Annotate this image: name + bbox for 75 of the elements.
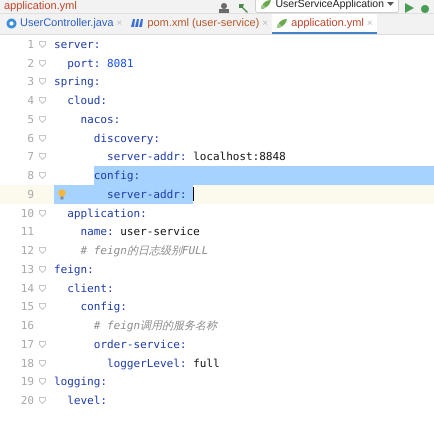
fold-marker-icon[interactable] [39,378,46,386]
yaml-key: config: [54,298,127,316]
fold-marker-icon[interactable] [39,266,46,273]
line-number: 3 [26,75,34,88]
fold-marker-icon[interactable] [39,340,46,348]
yaml-key: nacos: [54,110,120,129]
yaml-key: cloud: [54,91,107,110]
bug-icon[interactable] [420,3,430,13]
fold-marker-icon[interactable] [39,78,46,86]
yaml-key: server-addr: [54,185,194,204]
yaml-value: localhost:8848 [192,149,286,166]
yaml-key: server: [54,35,100,54]
line-number: 19 [20,375,34,388]
fold-marker-icon[interactable] [39,40,46,48]
yaml-key: server-addr: [54,148,186,166]
fold-marker-icon[interactable] [39,172,46,180]
fold-marker-icon[interactable] [39,303,46,310]
yaml-key: name: [54,222,114,242]
yaml-key: spring: [54,72,100,92]
editor-tab[interactable]: application.yml × [272,14,377,34]
line-number: 8 [26,169,34,182]
file-title: application.yml [4,0,78,13]
yaml-key: loggerLevel: [54,354,186,372]
editor-tab[interactable]: pom.xml (user-service) × [126,14,272,34]
yaml-key: level: [54,391,107,410]
line-number: 14 [20,282,34,295]
yaml-key: application: [54,204,147,222]
fold-marker-icon[interactable] [39,153,46,160]
class-icon [6,18,17,28]
yaml-key: logging: [54,372,107,392]
line-number: 11 [20,225,34,238]
line-number: 9 [26,188,34,201]
code-comment: # feign调用的服务名称 [92,318,218,334]
caret-icon [387,2,394,6]
line-number: 18 [20,356,34,370]
line-number: 15 [20,300,34,314]
line-number: 16 [20,319,34,332]
line-number: 20 [20,394,34,408]
yaml-value: full [192,356,220,372]
yaml-key: order-service: [54,335,186,354]
fold-marker-icon[interactable] [39,284,46,292]
fold-marker-icon[interactable] [39,134,46,142]
line-number: 5 [26,112,34,126]
fold-marker-icon[interactable] [39,247,46,254]
line-number: 13 [20,262,34,276]
hammer-icon[interactable] [237,3,250,13]
lightbulb-icon[interactable] [58,188,66,200]
line-number: 4 [26,94,34,108]
line-number: 12 [20,244,34,258]
yaml-value: user-service [119,224,200,240]
fold-marker-icon[interactable] [39,210,46,217]
yaml-value: 8081 [106,56,134,72]
fold-marker-icon[interactable] [39,116,46,123]
fold-marker-icon[interactable] [39,60,46,67]
yaml-key: feign: [54,260,94,279]
yaml-key: client: [54,278,114,298]
yaml-key: discovery: [54,128,160,148]
editor-tab[interactable]: UserController.java × [2,14,126,34]
line-number: 6 [26,132,34,145]
leaf-icon [260,0,272,10]
maven-icon [130,18,144,28]
line-number: 1 [26,38,34,51]
fold-marker-icon[interactable] [39,360,46,367]
fold-marker-icon[interactable] [39,397,46,404]
fold-marker-icon[interactable] [39,97,46,104]
yaml-key: port: [54,54,100,72]
line-number: 10 [20,206,34,220]
line-number: 7 [26,150,34,164]
line-number: 17 [20,338,34,351]
run-icon[interactable] [405,3,414,13]
user-icon[interactable] [219,3,232,13]
line-number: 2 [26,56,34,70]
code-comment: # feign的日志级别FULL [79,243,208,260]
leaf-icon [276,18,288,28]
yaml-key: config: [94,166,140,185]
